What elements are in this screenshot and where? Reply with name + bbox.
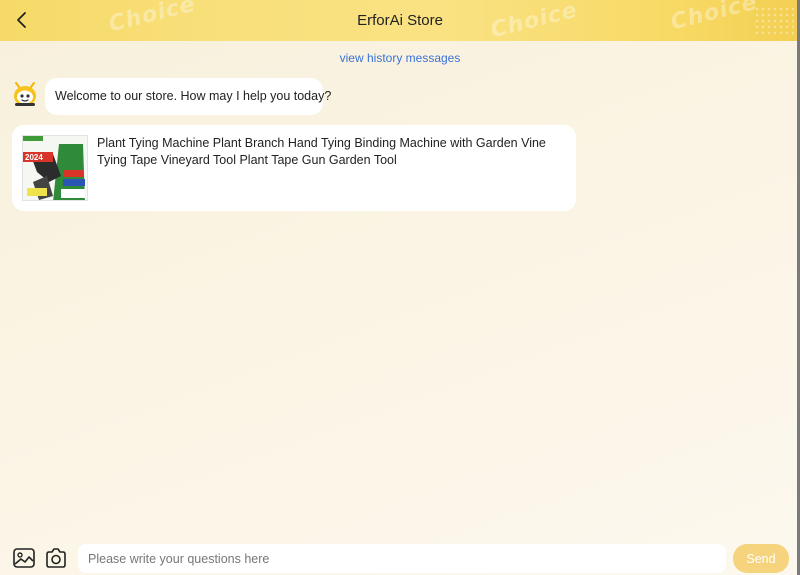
back-button[interactable] <box>10 8 34 32</box>
gallery-button[interactable] <box>12 547 36 569</box>
input-bar: Send <box>0 540 800 575</box>
bot-message-bubble: Welcome to our store. How may I help you… <box>45 78 331 115</box>
choice-watermark: Choice <box>488 0 581 41</box>
question-input[interactable] <box>78 544 726 573</box>
camera-icon <box>46 548 66 568</box>
send-button[interactable]: Send <box>733 544 789 573</box>
chevron-left-icon <box>17 12 26 28</box>
product-thumbnail: 2024 <box>22 135 88 201</box>
image-icon <box>13 548 35 568</box>
thumb-badge: 2024 <box>25 153 43 162</box>
product-title: Plant Tying Machine Plant Branch Hand Ty… <box>97 136 546 167</box>
camera-button[interactable] <box>44 547 68 569</box>
choice-watermark: Choice <box>106 0 199 38</box>
bee-bot-avatar <box>12 82 38 108</box>
dot-pattern <box>754 6 794 36</box>
choice-watermark: Choice <box>668 0 761 36</box>
header-bar: Choice Choice Choice ErforAi Store <box>0 0 800 41</box>
view-history-link[interactable]: view history messages <box>0 51 800 65</box>
product-card[interactable]: 2024 Plant Tying Machine Plant Branch Ha… <box>12 125 576 211</box>
